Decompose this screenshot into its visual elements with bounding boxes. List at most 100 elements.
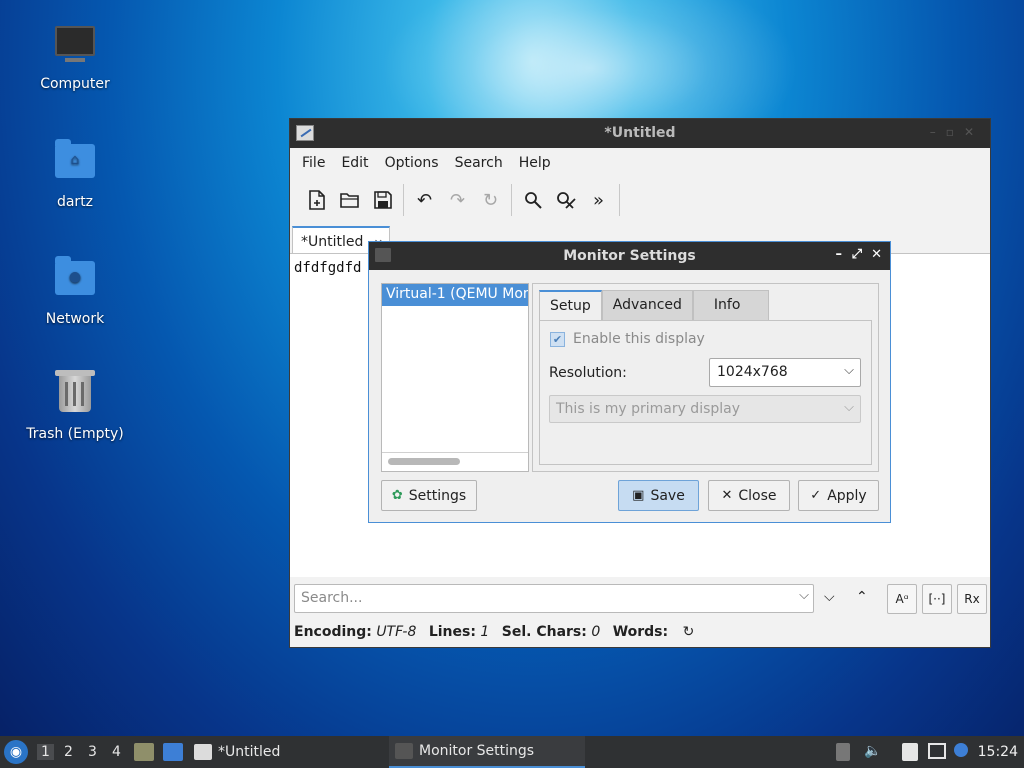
workspace-1[interactable]: 1 (37, 744, 54, 760)
minimize-icon[interactable]: – (930, 125, 946, 139)
close-button[interactable]: ✕ Close (708, 480, 790, 511)
replace-icon[interactable] (549, 184, 582, 216)
menu-options[interactable]: Options (377, 155, 447, 171)
desktop-icon-trash[interactable]: Trash (Empty) (10, 370, 140, 442)
file-manager-icon[interactable] (134, 743, 154, 761)
desktop-icon-label: Computer (40, 76, 110, 92)
task-untitled[interactable]: *Untitled (194, 736, 384, 768)
close-icon[interactable]: ✕ (964, 125, 984, 139)
output-list[interactable]: Virtual-1 (QEMU Monitor) (381, 283, 529, 472)
find-icon[interactable] (516, 184, 549, 216)
desktop-icon-label: dartz (56, 194, 94, 210)
check-icon: ✓ (810, 488, 822, 503)
checkmark-icon: ✔ (550, 331, 565, 347)
reload-icon: ↻ (482, 189, 499, 211)
match-case-icon[interactable]: Aᵅ (887, 584, 917, 614)
apply-button[interactable]: ✓ Apply (798, 480, 879, 511)
start-menu-icon[interactable]: ◉ (4, 740, 28, 764)
menu-search[interactable]: Search (447, 155, 511, 171)
resolution-select[interactable]: 1024x768 ⌵ (709, 358, 861, 387)
clock[interactable]: 15:24 (978, 744, 1018, 760)
resolution-value: 1024x768 (717, 364, 788, 380)
task-label: *Untitled (218, 744, 281, 760)
close-icon[interactable]: ✕ (871, 247, 882, 262)
redo-icon: ↷ (449, 189, 466, 211)
find-next-icon[interactable]: ⌵ (824, 589, 835, 605)
status-bar: Encoding: UTF-8 Lines: 1 Sel. Chars: 0 W… (290, 619, 990, 647)
find-previous-icon[interactable]: ⌃ (856, 589, 868, 605)
desktop-icon-label: Network (45, 311, 105, 327)
editor-titlebar[interactable]: *Untitled –▫✕ (290, 119, 990, 148)
toolbar-separator (403, 184, 404, 216)
workspace-2[interactable]: 2 (64, 744, 73, 760)
dialog-titlebar[interactable]: Monitor Settings – ⤢ ✕ (369, 242, 890, 270)
words-label: Words: (612, 624, 669, 640)
desktop-icon-network[interactable]: ● Network (10, 255, 140, 327)
setup-tab-body: ✔ Enable this display Resolution: 1024x7… (539, 320, 872, 465)
toolbar-separator (511, 184, 512, 216)
tab-setup[interactable]: Setup (539, 290, 602, 320)
menu-edit[interactable]: Edit (333, 155, 376, 171)
settings-button[interactable]: ✿ Settings (381, 480, 477, 511)
primary-display-label: This is my primary display (556, 401, 741, 417)
minimize-icon[interactable]: – (836, 247, 843, 262)
show-desktop-icon[interactable] (163, 743, 183, 761)
chevron-down-icon: ⌵ (844, 363, 854, 378)
new-file-icon[interactable] (300, 184, 333, 216)
desktop-icon-dartz[interactable]: ⌂ dartz (10, 138, 140, 210)
undo-icon[interactable]: ↶ (408, 184, 441, 216)
tab-label: *Untitled (301, 234, 364, 250)
chevron-down-icon[interactable]: ⌵ (799, 588, 809, 603)
encoding-value: UTF-8 (376, 624, 417, 640)
network-icon[interactable] (928, 743, 946, 759)
search-input[interactable]: Search... ⌵ (294, 584, 814, 613)
workspace-3[interactable]: 3 (88, 744, 97, 760)
tab-advanced[interactable]: Advanced (601, 290, 693, 320)
network-folder-icon: ● (53, 256, 97, 305)
close-button-label: Close (738, 487, 777, 504)
volume-icon[interactable]: 🔈 (864, 743, 881, 759)
task-monitor-settings[interactable]: Monitor Settings (389, 736, 585, 768)
save-icon: ▣ (632, 488, 645, 503)
desktop-icon-label: Trash (Empty) (26, 426, 124, 442)
maximize-icon[interactable]: ⤢ (852, 247, 862, 262)
editor-app-icon (194, 744, 212, 760)
window-controls: –▫✕ (930, 125, 984, 139)
enable-display-label: Enable this display (573, 331, 705, 347)
whole-word-icon[interactable]: [··] (922, 584, 952, 614)
save-icon[interactable] (366, 184, 399, 216)
horizontal-scrollbar[interactable] (388, 458, 460, 465)
chevron-down-icon: ⌵ (844, 400, 854, 415)
clipboard-icon[interactable] (902, 743, 918, 761)
menu-file[interactable]: File (294, 155, 333, 171)
workspace-4[interactable]: 4 (112, 744, 121, 760)
search-placeholder: Search... (301, 590, 363, 606)
go-to-line-icon[interactable]: » (582, 184, 615, 216)
open-folder-icon[interactable] (333, 184, 366, 216)
menu-help[interactable]: Help (511, 155, 559, 171)
close-icon: ✕ (721, 488, 733, 503)
toolbar: ↶ ↷ ↻ » (290, 178, 990, 222)
desktop-icon-computer[interactable]: Computer (10, 22, 140, 92)
toolbar-separator (619, 184, 620, 216)
maximize-icon[interactable]: ▫ (946, 125, 964, 139)
tab-info[interactable]: Info (692, 290, 770, 320)
sel-chars-label: Sel. Chars: (501, 624, 587, 640)
sel-chars-value: 0 (591, 624, 601, 640)
regex-icon[interactable]: Rx (957, 584, 987, 614)
notification-icon[interactable] (954, 743, 968, 757)
lines-label: Lines: (428, 624, 476, 640)
home-folder-icon: ⌂ (53, 139, 97, 188)
taskbar: ◉ 1 2 3 4 *Untitled Monitor Settings 🔈 1… (0, 736, 1024, 768)
refresh-icon[interactable]: ↻ (683, 624, 695, 640)
save-button[interactable]: ▣ Save (618, 480, 699, 511)
gear-icon: ✿ (391, 488, 403, 503)
enable-display-checkbox[interactable]: ✔ Enable this display (550, 331, 705, 347)
tray-updates-icon[interactable] (836, 743, 850, 761)
dialog-title: Monitor Settings (563, 248, 696, 264)
encoding-label: Encoding: (294, 624, 372, 640)
primary-display-select: This is my primary display ⌵ (549, 395, 861, 423)
settings-button-label: Settings (408, 487, 467, 504)
output-item-virtual-1[interactable]: Virtual-1 (QEMU Monitor) (382, 284, 528, 306)
monitor-settings-dialog: Monitor Settings – ⤢ ✕ Virtual-1 (QEMU M… (368, 241, 891, 523)
